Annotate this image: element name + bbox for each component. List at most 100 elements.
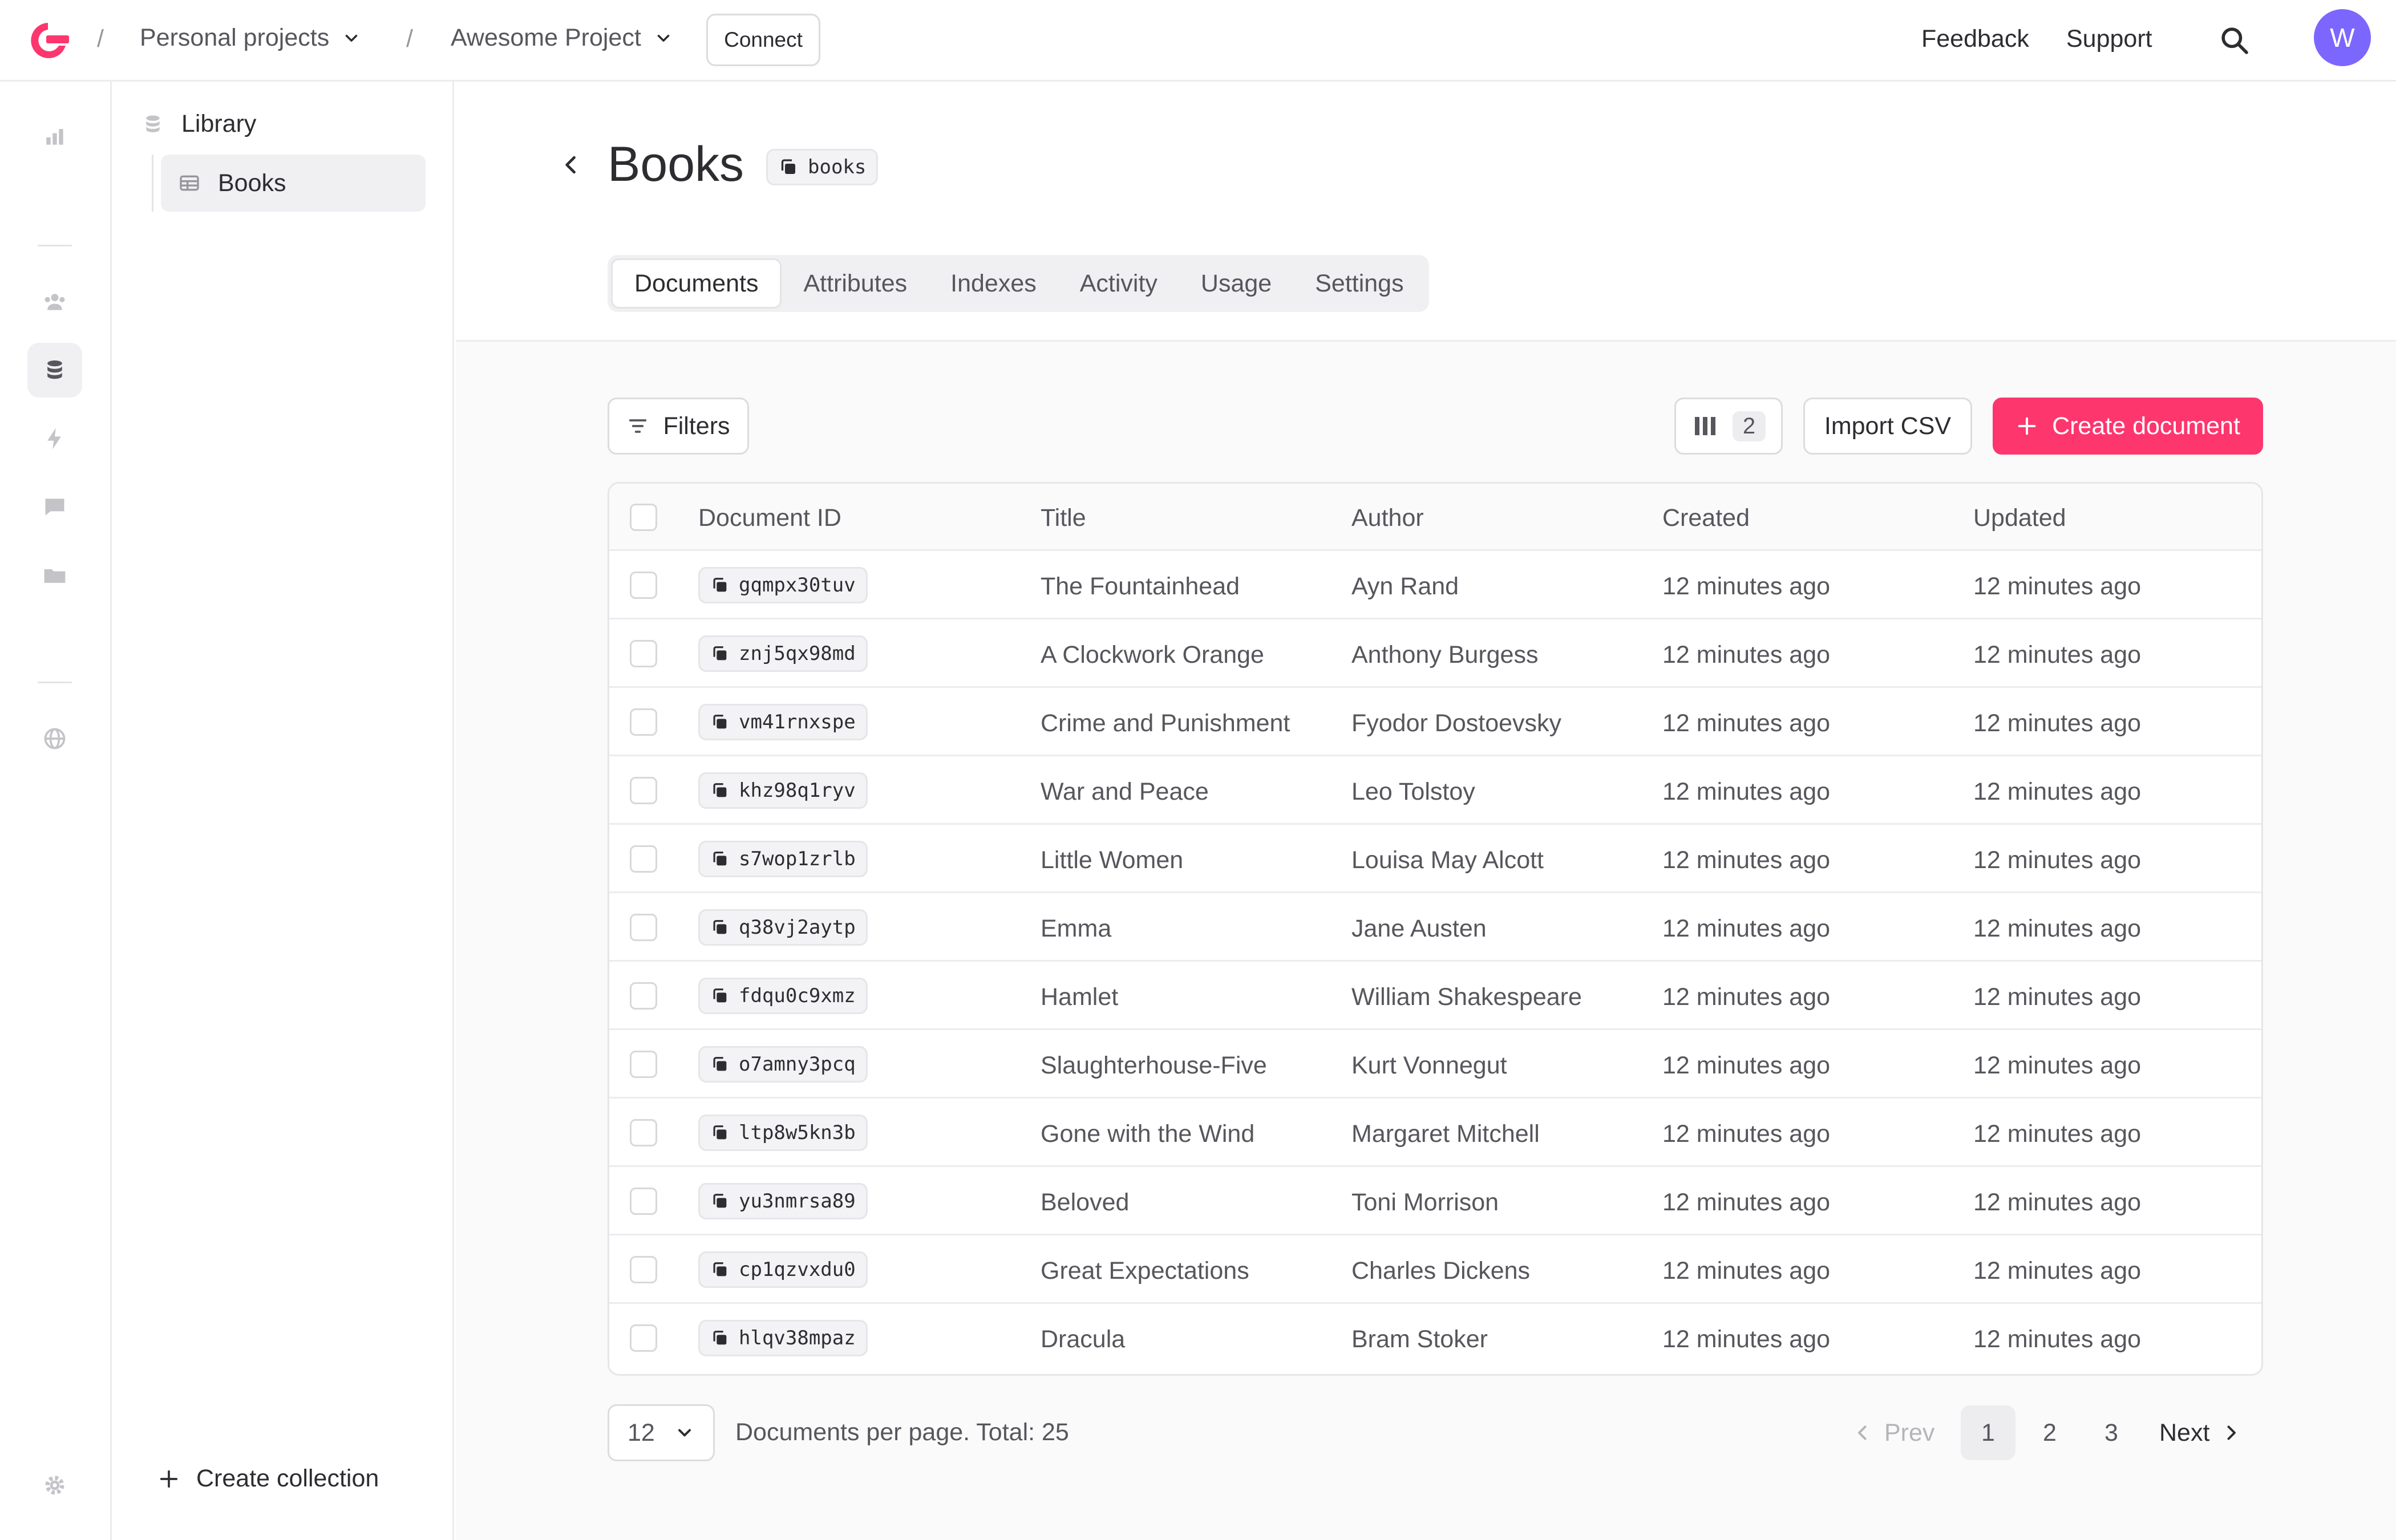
functions-icon[interactable] <box>27 411 82 466</box>
row-checkbox[interactable] <box>630 640 657 667</box>
row-checkbox[interactable] <box>630 777 657 804</box>
settings-gear-icon[interactable] <box>27 1458 82 1513</box>
column-header-author[interactable]: Author <box>1351 504 1424 532</box>
auth-icon[interactable] <box>27 274 82 329</box>
row-checkbox[interactable] <box>630 1051 657 1078</box>
document-id-chip[interactable]: cp1qzvxdu0 <box>698 1251 868 1288</box>
connect-button[interactable]: Connect <box>706 14 820 66</box>
databases-icon[interactable] <box>27 343 82 398</box>
plus-icon <box>2018 417 2036 435</box>
document-id-text: fdqu0c9xmz <box>739 984 856 1007</box>
table-row[interactable]: ltp8w5kn3b Gone with the Wind Margaret Mit… <box>609 1099 2261 1167</box>
cell-title: The Fountainhead <box>1041 573 1240 600</box>
row-checkbox[interactable] <box>630 845 657 873</box>
cell-author: Bram Stoker <box>1351 1326 1488 1353</box>
row-checkbox[interactable] <box>630 1119 657 1146</box>
document-id-chip[interactable]: ltp8w5kn3b <box>698 1115 868 1151</box>
table-row[interactable]: hlqv38mpaz Dracula Bram Stoker 12 minutes a… <box>609 1304 2261 1372</box>
tab-settings[interactable]: Settings <box>1293 258 1425 309</box>
create-collection-button[interactable]: Create collection <box>157 1465 379 1493</box>
document-id-chip[interactable]: q38vj2aytp <box>698 909 868 946</box>
table-row[interactable]: o7amny3pcq Slaughterhouse-Five Kurt Vonneg… <box>609 1030 2261 1099</box>
breadcrumb-org[interactable]: Personal projects <box>140 24 361 52</box>
storage-icon[interactable] <box>27 548 82 603</box>
row-checkbox[interactable] <box>630 572 657 599</box>
row-checkbox[interactable] <box>630 1324 657 1352</box>
tab-attributes[interactable]: Attributes <box>782 258 929 309</box>
table-row[interactable]: cp1qzvxdu0 Great Expectations Charles Dick… <box>609 1235 2261 1304</box>
row-checkbox[interactable] <box>630 708 657 736</box>
feedback-link[interactable]: Feedback <box>1921 25 2029 53</box>
per-page-select[interactable]: 12 <box>608 1404 715 1461</box>
cell-updated: 12 minutes ago <box>1973 1052 2142 1079</box>
collection-item-books[interactable]: Books <box>161 155 426 212</box>
document-id-chip[interactable]: fdqu0c9xmz <box>698 978 868 1014</box>
settings-globe-icon[interactable] <box>27 711 82 766</box>
cell-author: William Shakespeare <box>1351 983 1582 1011</box>
document-id-chip[interactable]: vm41rnxspe <box>698 704 868 740</box>
page-3-button[interactable]: 3 <box>2084 1405 2139 1460</box>
prev-page-button[interactable]: Prev <box>1852 1404 1934 1461</box>
columns-button[interactable]: 2 <box>1674 398 1783 455</box>
copy-icon <box>781 159 795 174</box>
document-id-chip[interactable]: o7amny3pcq <box>698 1046 868 1083</box>
cell-created: 12 minutes ago <box>1662 641 1831 668</box>
row-checkbox[interactable] <box>630 914 657 941</box>
row-checkbox[interactable] <box>630 1256 657 1283</box>
filters-button[interactable]: Filters <box>608 398 749 455</box>
import-csv-button[interactable]: Import CSV <box>1803 398 1972 455</box>
table-row[interactable]: s7wop1zrlb Little Women Louisa May Alcott 1… <box>609 825 2261 893</box>
table-row[interactable]: znj5qx98md A Clockwork Orange Anthony Burg… <box>609 619 2261 688</box>
cell-title: War and Peace <box>1041 778 1209 805</box>
cell-title: Little Women <box>1041 846 1184 874</box>
database-header[interactable]: Library <box>141 110 256 138</box>
table-row[interactable]: yu3nmrsa89 Beloved Toni Morrison 12 minutes… <box>609 1167 2261 1235</box>
tab-usage[interactable]: Usage <box>1179 258 1293 309</box>
support-link[interactable]: Support <box>2066 25 2152 53</box>
page-2-button[interactable]: 2 <box>2022 1405 2077 1460</box>
column-header-id[interactable]: Document ID <box>698 504 841 532</box>
page-numbers: 1 2 3 <box>1961 1404 2139 1461</box>
create-document-button[interactable]: Create document <box>1993 398 2263 455</box>
appwrite-logo[interactable] <box>26 18 70 63</box>
breadcrumb-org-label: Personal projects <box>140 24 330 51</box>
tab-documents[interactable]: Documents <box>611 258 782 309</box>
tab-indexes[interactable]: Indexes <box>929 258 1058 309</box>
table-row[interactable]: khz98q1ryv War and Peace Leo Tolstoy 12 min… <box>609 756 2261 825</box>
document-id-chip[interactable]: s7wop1zrlb <box>698 841 868 877</box>
search-button[interactable] <box>2216 22 2253 59</box>
cell-author: Anthony Burgess <box>1351 641 1539 668</box>
cell-updated: 12 minutes ago <box>1973 1120 2142 1148</box>
messaging-icon[interactable] <box>27 480 82 534</box>
table-row[interactable]: q38vj2aytp Emma Jane Austen 12 minutes ago 1… <box>609 893 2261 962</box>
table-row[interactable]: vm41rnxspe Crime and Punishment Fyodor Dos… <box>609 688 2261 756</box>
column-header-title[interactable]: Title <box>1041 504 1086 532</box>
table-row[interactable]: fdqu0c9xmz Hamlet William Shakespeare 12 mi… <box>609 962 2261 1030</box>
column-header-updated[interactable]: Updated <box>1973 504 2066 532</box>
back-arrow-icon[interactable] <box>558 152 584 177</box>
document-id-chip[interactable]: znj5qx98md <box>698 635 868 672</box>
overview-icon[interactable] <box>27 109 82 164</box>
select-all-checkbox[interactable] <box>630 504 657 531</box>
row-checkbox[interactable] <box>630 982 657 1010</box>
cell-updated: 12 minutes ago <box>1973 915 2142 942</box>
next-page-button[interactable]: Next <box>2159 1404 2241 1461</box>
document-id-chip[interactable]: yu3nmrsa89 <box>698 1183 868 1219</box>
user-avatar[interactable]: W <box>2314 9 2371 66</box>
document-id-chip[interactable]: hlqv38mpaz <box>698 1320 868 1356</box>
table-row[interactable]: gqmpx30tuv The Fountainhead Ayn Rand 12 min… <box>609 551 2261 619</box>
column-header-created[interactable]: Created <box>1662 504 1750 532</box>
plus-icon <box>160 1470 178 1488</box>
row-checkbox[interactable] <box>630 1188 657 1215</box>
breadcrumb-project[interactable]: Awesome Project <box>451 24 673 52</box>
cell-author: Fyodor Dostoevsky <box>1351 710 1562 737</box>
next-label: Next <box>2159 1419 2210 1446</box>
create-collection-label: Create collection <box>196 1465 379 1492</box>
page-1-button[interactable]: 1 <box>1961 1405 2015 1460</box>
cell-created: 12 minutes ago <box>1662 915 1831 942</box>
document-id-chip[interactable]: khz98q1ryv <box>698 772 868 809</box>
tab-activity[interactable]: Activity <box>1058 258 1179 309</box>
collection-id-chip[interactable]: books <box>766 149 879 185</box>
cell-updated: 12 minutes ago <box>1973 1257 2142 1284</box>
document-id-chip[interactable]: gqmpx30tuv <box>698 567 868 603</box>
